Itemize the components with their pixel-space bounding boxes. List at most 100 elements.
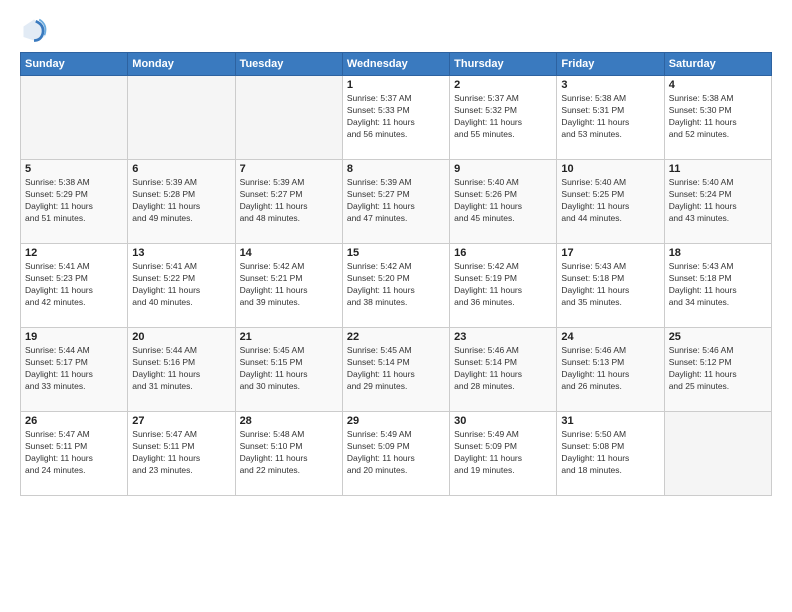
day-number: 7: [240, 163, 338, 175]
day-info: Sunrise: 5:46 AM Sunset: 5:13 PM Dayligh…: [561, 345, 659, 393]
calendar-cell: [128, 76, 235, 160]
day-info: Sunrise: 5:38 AM Sunset: 5:30 PM Dayligh…: [669, 93, 767, 141]
day-number: 8: [347, 163, 445, 175]
calendar-cell: 19Sunrise: 5:44 AM Sunset: 5:17 PM Dayli…: [21, 328, 128, 412]
day-number: 16: [454, 247, 552, 259]
weekday-header: Monday: [128, 53, 235, 76]
day-number: 22: [347, 331, 445, 343]
calendar-cell: 4Sunrise: 5:38 AM Sunset: 5:30 PM Daylig…: [664, 76, 771, 160]
day-info: Sunrise: 5:48 AM Sunset: 5:10 PM Dayligh…: [240, 429, 338, 477]
day-number: 17: [561, 247, 659, 259]
day-info: Sunrise: 5:42 AM Sunset: 5:19 PM Dayligh…: [454, 261, 552, 309]
day-number: 2: [454, 79, 552, 91]
calendar-cell: 10Sunrise: 5:40 AM Sunset: 5:25 PM Dayli…: [557, 160, 664, 244]
day-info: Sunrise: 5:44 AM Sunset: 5:16 PM Dayligh…: [132, 345, 230, 393]
day-number: 28: [240, 415, 338, 427]
day-info: Sunrise: 5:37 AM Sunset: 5:32 PM Dayligh…: [454, 93, 552, 141]
calendar-cell: 2 Sunrise: 5:37 AM Sunset: 5:32 PM Daylig…: [450, 76, 557, 160]
day-info: Sunrise: 5:39 AM Sunset: 5:28 PM Dayligh…: [132, 177, 230, 225]
day-info: Sunrise: 5:43 AM Sunset: 5:18 PM Dayligh…: [669, 261, 767, 309]
day-number: 24: [561, 331, 659, 343]
day-number: 6: [132, 163, 230, 175]
calendar-cell: [21, 76, 128, 160]
calendar-cell: [664, 412, 771, 496]
calendar-cell: 26Sunrise: 5:47 AM Sunset: 5:11 PM Dayli…: [21, 412, 128, 496]
day-info: Sunrise: 5:41 AM Sunset: 5:23 PM Dayligh…: [25, 261, 123, 309]
day-info: Sunrise: 5:42 AM Sunset: 5:20 PM Dayligh…: [347, 261, 445, 309]
day-info: Sunrise: 5:40 AM Sunset: 5:24 PM Dayligh…: [669, 177, 767, 225]
calendar-cell: 31 Sunrise: 5:50 AM Sunset: 5:08 PM Dayli…: [557, 412, 664, 496]
day-number: 14: [240, 247, 338, 259]
calendar-cell: 15 Sunrise: 5:42 AM Sunset: 5:20 PM Dayli…: [342, 244, 449, 328]
day-info: Sunrise: 5:37 AM Sunset: 5:33 PM Dayligh…: [347, 93, 445, 141]
day-number: 20: [132, 331, 230, 343]
calendar-week-row: 5 Sunrise: 5:38 AM Sunset: 5:29 PM Daylig…: [21, 160, 772, 244]
day-info: Sunrise: 5:45 AM Sunset: 5:14 PM Dayligh…: [347, 345, 445, 393]
day-number: 5: [25, 163, 123, 175]
calendar-cell: 29 Sunrise: 5:49 AM Sunset: 5:09 PM Dayli…: [342, 412, 449, 496]
day-info: Sunrise: 5:41 AM Sunset: 5:22 PM Dayligh…: [132, 261, 230, 309]
day-info: Sunrise: 5:40 AM Sunset: 5:25 PM Dayligh…: [561, 177, 659, 225]
calendar-cell: 18 Sunrise: 5:43 AM Sunset: 5:18 PM Dayli…: [664, 244, 771, 328]
day-info: Sunrise: 5:40 AM Sunset: 5:26 PM Dayligh…: [454, 177, 552, 225]
calendar-cell: 14 Sunrise: 5:42 AM Sunset: 5:21 PM Dayli…: [235, 244, 342, 328]
calendar-cell: 1 Sunrise: 5:37 AM Sunset: 5:33 PM Daylig…: [342, 76, 449, 160]
day-number: 29: [347, 415, 445, 427]
header: [20, 16, 772, 44]
weekday-header: Wednesday: [342, 53, 449, 76]
day-info: Sunrise: 5:45 AM Sunset: 5:15 PM Dayligh…: [240, 345, 338, 393]
calendar-cell: 13 Sunrise: 5:41 AM Sunset: 5:22 PM Dayli…: [128, 244, 235, 328]
day-info: Sunrise: 5:38 AM Sunset: 5:31 PM Dayligh…: [561, 93, 659, 141]
day-info: Sunrise: 5:47 AM Sunset: 5:11 PM Dayligh…: [132, 429, 230, 477]
calendar-header-row: SundayMondayTuesdayWednesdayThursdayFrid…: [21, 53, 772, 76]
day-number: 19: [25, 331, 123, 343]
calendar-week-row: 12Sunrise: 5:41 AM Sunset: 5:23 PM Dayli…: [21, 244, 772, 328]
day-number: 21: [240, 331, 338, 343]
day-number: 26: [25, 415, 123, 427]
day-info: Sunrise: 5:39 AM Sunset: 5:27 PM Dayligh…: [347, 177, 445, 225]
day-info: Sunrise: 5:39 AM Sunset: 5:27 PM Dayligh…: [240, 177, 338, 225]
day-info: Sunrise: 5:46 AM Sunset: 5:12 PM Dayligh…: [669, 345, 767, 393]
weekday-header: Thursday: [450, 53, 557, 76]
calendar-table: SundayMondayTuesdayWednesdayThursdayFrid…: [20, 52, 772, 496]
calendar-cell: 21 Sunrise: 5:45 AM Sunset: 5:15 PM Dayli…: [235, 328, 342, 412]
calendar-cell: 7 Sunrise: 5:39 AM Sunset: 5:27 PM Daylig…: [235, 160, 342, 244]
day-number: 31: [561, 415, 659, 427]
calendar-cell: [235, 76, 342, 160]
day-number: 9: [454, 163, 552, 175]
calendar-cell: 22 Sunrise: 5:45 AM Sunset: 5:14 PM Dayli…: [342, 328, 449, 412]
calendar-cell: 16 Sunrise: 5:42 AM Sunset: 5:19 PM Dayli…: [450, 244, 557, 328]
logo-icon: [20, 16, 48, 44]
day-info: Sunrise: 5:50 AM Sunset: 5:08 PM Dayligh…: [561, 429, 659, 477]
calendar-cell: 11Sunrise: 5:40 AM Sunset: 5:24 PM Dayli…: [664, 160, 771, 244]
calendar-week-row: 19Sunrise: 5:44 AM Sunset: 5:17 PM Dayli…: [21, 328, 772, 412]
calendar-cell: 6 Sunrise: 5:39 AM Sunset: 5:28 PM Daylig…: [128, 160, 235, 244]
day-info: Sunrise: 5:42 AM Sunset: 5:21 PM Dayligh…: [240, 261, 338, 309]
day-number: 13: [132, 247, 230, 259]
calendar-cell: 25 Sunrise: 5:46 AM Sunset: 5:12 PM Dayli…: [664, 328, 771, 412]
weekday-header: Sunday: [21, 53, 128, 76]
logo: [20, 16, 52, 44]
calendar-cell: 27Sunrise: 5:47 AM Sunset: 5:11 PM Dayli…: [128, 412, 235, 496]
day-number: 3: [561, 79, 659, 91]
day-number: 15: [347, 247, 445, 259]
calendar-cell: 28 Sunrise: 5:48 AM Sunset: 5:10 PM Dayli…: [235, 412, 342, 496]
weekday-header: Saturday: [664, 53, 771, 76]
calendar-cell: 23Sunrise: 5:46 AM Sunset: 5:14 PM Dayli…: [450, 328, 557, 412]
calendar-cell: 9 Sunrise: 5:40 AM Sunset: 5:26 PM Daylig…: [450, 160, 557, 244]
calendar-cell: 30Sunrise: 5:49 AM Sunset: 5:09 PM Dayli…: [450, 412, 557, 496]
day-info: Sunrise: 5:49 AM Sunset: 5:09 PM Dayligh…: [347, 429, 445, 477]
day-info: Sunrise: 5:46 AM Sunset: 5:14 PM Dayligh…: [454, 345, 552, 393]
day-number: 1: [347, 79, 445, 91]
weekday-header: Tuesday: [235, 53, 342, 76]
calendar-cell: 20 Sunrise: 5:44 AM Sunset: 5:16 PM Dayli…: [128, 328, 235, 412]
day-number: 18: [669, 247, 767, 259]
calendar-cell: 3 Sunrise: 5:38 AM Sunset: 5:31 PM Daylig…: [557, 76, 664, 160]
day-info: Sunrise: 5:49 AM Sunset: 5:09 PM Dayligh…: [454, 429, 552, 477]
calendar-cell: 17 Sunrise: 5:43 AM Sunset: 5:18 PM Dayli…: [557, 244, 664, 328]
calendar-cell: 12Sunrise: 5:41 AM Sunset: 5:23 PM Dayli…: [21, 244, 128, 328]
calendar-cell: 24 Sunrise: 5:46 AM Sunset: 5:13 PM Dayli…: [557, 328, 664, 412]
day-number: 25: [669, 331, 767, 343]
day-info: Sunrise: 5:43 AM Sunset: 5:18 PM Dayligh…: [561, 261, 659, 309]
day-info: Sunrise: 5:38 AM Sunset: 5:29 PM Dayligh…: [25, 177, 123, 225]
